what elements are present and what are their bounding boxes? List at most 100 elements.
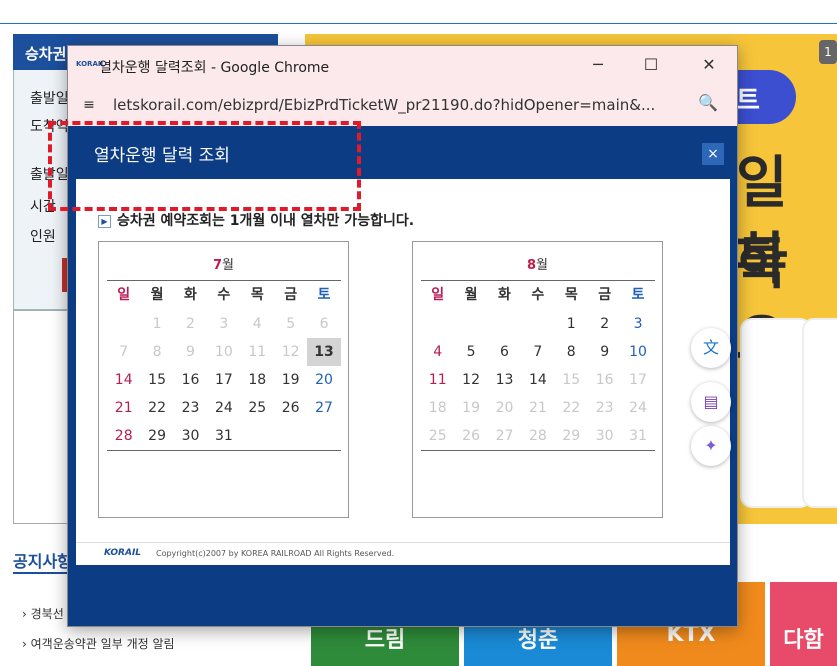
calendar-rule xyxy=(421,450,655,451)
calendar-day: 28 xyxy=(528,428,547,444)
weekday-label: 금 xyxy=(598,287,612,303)
calendar-day[interactable]: 13 xyxy=(307,338,341,366)
calendar-rule xyxy=(421,280,655,281)
calendar-day: 6 xyxy=(319,316,329,332)
calendar-day[interactable]: 4 xyxy=(421,338,454,366)
copyright-text: Copyright(c)2007 by KOREA RAILROAD All R… xyxy=(156,549,395,558)
calendar-day[interactable]: 11 xyxy=(421,366,454,394)
week-row: 25 26 27 28 29 30 31 xyxy=(421,422,655,450)
calendar-day[interactable]: 18 xyxy=(241,366,274,394)
phone-mockup xyxy=(802,318,837,508)
promo-tile[interactable]: 다함 xyxy=(770,582,837,666)
week-row: 123 xyxy=(421,310,655,338)
document-icon[interactable]: ▤ xyxy=(691,382,731,422)
arrow-right-icon: ▶ xyxy=(98,214,111,228)
calendar-day[interactable]: 2 xyxy=(588,310,621,338)
calendar-august: 8월 일 월 화 수 목 금 토 1 2 3 4 5 6 7 8 9 10 11 12 13 14 15 16 17 18 19 2… xyxy=(412,241,663,518)
zoom-icon[interactable]: 🔍 xyxy=(696,93,720,117)
week-row: 1 2 3 4 5 6 xyxy=(107,310,341,338)
background-topbar xyxy=(0,0,837,24)
banner-page-badge: 1 xyxy=(819,40,837,64)
calendar-day: 15 xyxy=(562,372,581,388)
calendar-day xyxy=(421,310,454,338)
calendar-day[interactable]: 19 xyxy=(274,366,307,394)
weekday-header: 일월화수목금토 xyxy=(107,282,341,310)
calendar-day[interactable]: 15 xyxy=(140,366,173,394)
calendar-day: 24 xyxy=(629,400,647,416)
calendar-day: 20 xyxy=(495,400,514,416)
weekday-header: 일월화수목금토 xyxy=(421,282,655,310)
maximize-button[interactable]: ☐ xyxy=(638,52,664,78)
calendar-day[interactable]: 12 xyxy=(454,366,487,394)
calendar-day: 31 xyxy=(629,428,647,444)
calendar-day[interactable]: 14 xyxy=(107,366,140,394)
calendar-day: 23 xyxy=(595,400,614,416)
weekday-label: 일 xyxy=(431,287,445,303)
dialog-close-button[interactable]: × xyxy=(702,143,724,165)
calendar-day[interactable]: 3 xyxy=(621,310,654,338)
calendar-day[interactable]: 27 xyxy=(307,394,340,422)
calendar-day[interactable]: 31 xyxy=(207,422,240,450)
calendar-day: 12 xyxy=(281,344,300,360)
calendar-day: 4 xyxy=(252,316,262,332)
calendar-day xyxy=(521,310,554,338)
calendar-day: 5 xyxy=(286,316,296,332)
calendar-day: 29 xyxy=(562,428,581,444)
week-row: 4 5 6 7 8 9 10 xyxy=(421,338,655,366)
week-row: 14 15 16 17 18 19 20 xyxy=(107,366,341,394)
translate-icon[interactable]: 文 xyxy=(691,328,731,368)
calendar-day xyxy=(488,310,521,338)
calendar-day: 19 xyxy=(462,400,480,416)
notice-text: 승차권 예약조회는 1개월 이내 열차만 가능합니다. xyxy=(117,213,415,229)
calendar-day[interactable]: 17 xyxy=(207,366,240,394)
calendar-day[interactable]: 23 xyxy=(174,394,207,422)
calendar-day[interactable]: 30 xyxy=(174,422,207,450)
calendar-day[interactable]: 9 xyxy=(588,338,621,366)
weekday-label: 화 xyxy=(184,287,197,303)
sparkle-icon[interactable]: ✦ xyxy=(691,426,731,466)
calendar-day[interactable]: 16 xyxy=(174,366,207,394)
booking-row[interactable]: 출발일 xyxy=(30,88,69,108)
calendar-day: 27 xyxy=(495,428,514,444)
dialog-footer: KORAIL Copyright(c)2007 by KOREA RAILROA… xyxy=(76,542,730,565)
calendar-day[interactable]: 28 xyxy=(107,422,140,450)
news-item[interactable]: › 경북선 xyxy=(22,605,64,622)
weekday-label: 토 xyxy=(317,287,331,303)
calendar-day: 11 xyxy=(248,344,267,360)
minimize-button[interactable]: ─ xyxy=(585,52,611,78)
booking-row[interactable]: 인원 xyxy=(30,226,56,246)
calendar-day[interactable]: 6 xyxy=(488,338,521,366)
calendar-day: 10 xyxy=(214,344,233,360)
week-row: 21 22 23 24 25 26 27 xyxy=(107,394,341,422)
calendar-day[interactable]: 22 xyxy=(140,394,173,422)
weekday-label: 목 xyxy=(564,287,578,303)
calendar-day[interactable]: 13 xyxy=(488,366,521,394)
calendar-day xyxy=(107,310,140,338)
calendar-day[interactable]: 14 xyxy=(521,366,554,394)
calendar-day: 22 xyxy=(562,400,581,416)
calendar-day[interactable]: 20 xyxy=(307,366,340,394)
url-text[interactable]: letskorail.com/ebizprd/EbizPrdTicketW_pr… xyxy=(113,96,693,114)
week-row: 28 29 30 31 xyxy=(107,422,341,450)
site-info-icon[interactable]: ≡ xyxy=(78,94,100,116)
week-row: 7 8 9 10 11 12 13 xyxy=(107,338,341,366)
calendar-day: 1 xyxy=(152,316,162,332)
calendar-day: 21 xyxy=(528,400,547,416)
close-window-button[interactable]: ✕ xyxy=(696,52,722,78)
calendar-rule xyxy=(107,450,341,451)
window-titlebar[interactable]: KORAIL 열차운행 달력조회 - Google Chrome ─ ☐ ✕ xyxy=(68,46,737,84)
calendar-day[interactable]: 29 xyxy=(140,422,173,450)
calendar-day: 26 xyxy=(462,428,480,444)
calendar-day[interactable]: 24 xyxy=(207,394,240,422)
notice-title[interactable]: 공지사항 xyxy=(13,548,72,572)
calendar-day: 17 xyxy=(629,372,647,388)
news-item[interactable]: › 여객운송약관 일부 개정 알림 xyxy=(22,635,175,652)
calendar-day[interactable]: 7 xyxy=(521,338,554,366)
calendar-day[interactable]: 8 xyxy=(555,338,588,366)
calendar-day[interactable]: 26 xyxy=(274,394,307,422)
calendar-day[interactable]: 21 xyxy=(107,394,140,422)
calendar-day[interactable]: 25 xyxy=(241,394,274,422)
calendar-day[interactable]: 1 xyxy=(555,310,588,338)
calendar-day[interactable]: 5 xyxy=(454,338,487,366)
calendar-day[interactable]: 10 xyxy=(621,338,654,366)
